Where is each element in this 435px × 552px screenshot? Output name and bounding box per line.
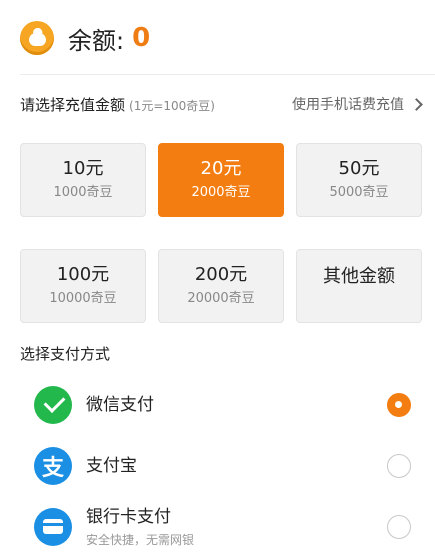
alipay-icon: 支	[34, 447, 72, 485]
amount-beans: 1000奇豆	[53, 185, 113, 200]
amount-option-other[interactable]: 其他金额	[296, 249, 422, 323]
payment-name: 微信支付	[86, 395, 154, 415]
amount-beans: 10000奇豆	[49, 291, 117, 306]
amount-value: 200元	[194, 264, 248, 285]
payment-section-title: 选择支付方式	[20, 345, 111, 363]
payment-text: 支付宝	[86, 455, 387, 477]
balance-value: 0	[132, 23, 151, 53]
amount-option-100[interactable]: 100元 10000奇豆	[20, 249, 146, 323]
amount-option-10[interactable]: 10元 1000奇豆	[20, 143, 146, 217]
divider	[20, 74, 435, 75]
amount-value: 20元	[200, 158, 242, 179]
payment-description: 安全快捷，无需网银	[86, 532, 195, 547]
amount-value: 10元	[62, 158, 104, 179]
payment-option-wechat[interactable]: 微信支付	[34, 385, 411, 425]
payment-name: 支付宝	[86, 456, 137, 476]
recharge-header: 请选择充值金额 (1元=100奇豆) 使用手机话费充值	[20, 92, 423, 116]
phone-bill-recharge-link[interactable]: 使用手机话费充值	[292, 94, 423, 114]
recharge-title: 请选择充值金额	[20, 95, 126, 114]
wechat-pay-icon	[34, 386, 72, 424]
payment-radio-wechat[interactable]	[387, 393, 411, 417]
payment-name: 银行卡支付	[86, 506, 171, 527]
coin-icon	[20, 21, 54, 55]
phone-bill-recharge-label: 使用手机话费充值	[292, 97, 404, 113]
amount-beans: 5000奇豆	[329, 185, 389, 200]
balance-label: 余额:	[68, 26, 125, 55]
payment-text: 微信支付	[86, 394, 387, 416]
recharge-rate: (1元=100奇豆)	[129, 98, 215, 113]
payment-option-alipay[interactable]: 支 支付宝	[34, 446, 411, 486]
amount-value: 50元	[338, 158, 380, 179]
payment-radio-bank-card[interactable]	[387, 515, 411, 539]
amount-beans: 2000奇豆	[191, 185, 251, 200]
amount-option-50[interactable]: 50元 5000奇豆	[296, 143, 422, 217]
payment-option-bank-card[interactable]: 银行卡支付 安全快捷，无需网银	[34, 507, 411, 547]
amount-grid: 10元 1000奇豆 20元 2000奇豆 50元 5000奇豆 100元 10…	[20, 143, 422, 323]
amount-value: 其他金额	[323, 266, 395, 287]
payment-text: 银行卡支付 安全快捷，无需网银	[86, 506, 387, 549]
recharge-title-group: 请选择充值金额 (1元=100奇豆)	[20, 94, 215, 115]
balance-row: 余额: 0	[20, 18, 150, 58]
amount-beans: 20000奇豆	[187, 291, 255, 306]
payment-radio-alipay[interactable]	[387, 454, 411, 478]
amount-option-200[interactable]: 200元 20000奇豆	[158, 249, 284, 323]
amount-option-20[interactable]: 20元 2000奇豆	[158, 143, 284, 217]
bank-card-icon	[34, 508, 72, 546]
chevron-right-icon	[410, 97, 423, 111]
amount-value: 100元	[56, 264, 110, 285]
